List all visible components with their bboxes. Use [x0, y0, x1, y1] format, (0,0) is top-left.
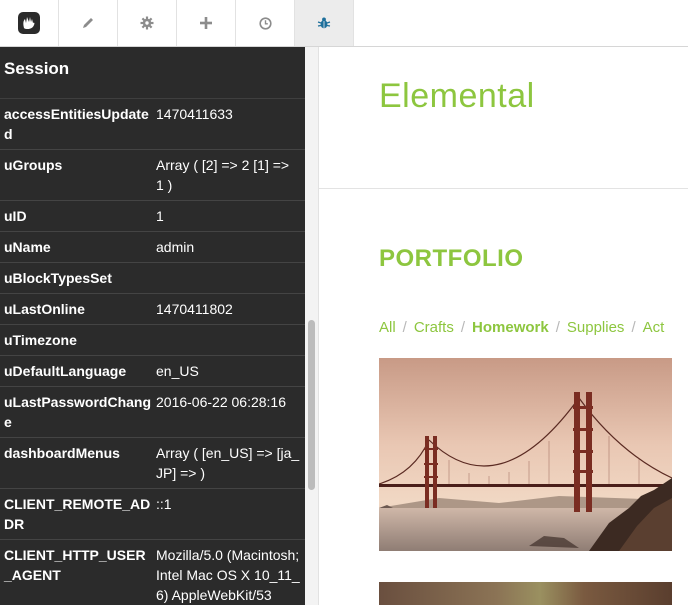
session-value: 1470411633: [156, 106, 233, 122]
session-key: CLIENT_HTTP_USER_AGENT: [4, 547, 146, 583]
session-key: uLastPasswordChange: [4, 394, 152, 430]
concrete-logo-icon[interactable]: [0, 0, 59, 46]
debug-sidebar: Session accessEntitiesUpdated 1470411633 u…: [0, 47, 305, 605]
session-value: ::1: [156, 496, 172, 512]
pencil-icon[interactable]: [59, 0, 118, 46]
session-row: uDefaultLanguage en_US: [0, 356, 305, 387]
portfolio-image-golden-gate[interactable]: [379, 358, 672, 551]
session-key: accessEntitiesUpdated: [4, 106, 149, 142]
header-divider: [319, 188, 688, 189]
filter-link[interactable]: All: [379, 319, 396, 336]
session-key: uGroups: [4, 157, 63, 173]
session-row: uBlockTypesSet: [0, 263, 305, 294]
session-row: CLIENT_HTTP_USER_AGENT Mozilla/5.0 (Macin…: [0, 540, 305, 605]
filter-separator: /: [631, 319, 636, 336]
gear-icon[interactable]: [118, 0, 177, 46]
session-row: uLastPasswordChange 2016-06-22 06:28:16: [0, 387, 305, 438]
session-row: CLIENT_REMOTE_ADDR::1: [0, 489, 305, 540]
portfolio-image-second[interactable]: [379, 582, 672, 605]
portfolio-filters: All / Crafts / Homework / Supplies / Act: [379, 319, 664, 336]
filter-link[interactable]: Act: [643, 319, 665, 336]
session-row: uLastOnline 1470411802: [0, 294, 305, 325]
section-title: PORTFOLIO: [379, 245, 524, 272]
filter-separator: /: [555, 319, 560, 336]
session-row: uTimezone: [0, 325, 305, 356]
filter-separator: /: [402, 319, 407, 336]
session-key: uID: [4, 208, 27, 224]
session-key: uTimezone: [4, 332, 77, 348]
sidebar-scroll-thumb[interactable]: [308, 320, 315, 490]
clock-icon[interactable]: [236, 0, 295, 46]
filter-link[interactable]: Homework: [472, 319, 549, 336]
session-value: Mozilla/5.0 (Macintosh; Intel Mac OS X 1…: [156, 547, 300, 603]
session-row: uID 1: [0, 201, 305, 232]
main-content: Elemental PORTFOLIO All / Crafts / Homework /…: [319, 47, 688, 605]
session-key: uName: [4, 239, 51, 255]
toolbar: [0, 0, 688, 47]
session-value: Array ( [2] => 2 [1] => 1 ): [156, 157, 290, 193]
session-key: dashboardMenus: [4, 445, 120, 461]
session-value: [152, 330, 300, 350]
session-value: 1: [156, 208, 164, 224]
session-key: uLastOnline: [4, 301, 85, 317]
bug-icon[interactable]: [295, 0, 354, 46]
session-key: CLIENT_REMOTE_ADDR: [4, 496, 151, 532]
session-key: uBlockTypesSet: [4, 270, 112, 286]
session-value: 2016-06-22 06:28:16: [156, 394, 286, 410]
filter-link[interactable]: Crafts: [414, 319, 454, 336]
session-row: uName admin: [0, 232, 305, 263]
session-value: admin: [156, 239, 195, 255]
sidebar-title: Session: [0, 47, 305, 99]
session-value: 1470411802: [156, 301, 233, 317]
session-key: uDefaultLanguage: [4, 363, 127, 379]
session-row: accessEntitiesUpdated 1470411633: [0, 99, 305, 150]
filter-separator: /: [460, 319, 466, 336]
session-row: uGroups Array ( [2] => 2 [1] => 1 ): [0, 150, 305, 201]
filter-link[interactable]: Supplies: [567, 319, 625, 336]
session-row: dashboardMenus Array ( [en_US] => [ja_JP]…: [0, 438, 305, 489]
session-table: accessEntitiesUpdated 1470411633 uGroups Ar…: [0, 99, 305, 605]
session-value: Array ( [en_US] => [ja_JP] => ): [156, 445, 300, 481]
plus-icon[interactable]: [177, 0, 236, 46]
site-brand[interactable]: Elemental: [379, 77, 535, 116]
session-value: en_US: [156, 363, 199, 379]
session-value: [152, 268, 300, 288]
